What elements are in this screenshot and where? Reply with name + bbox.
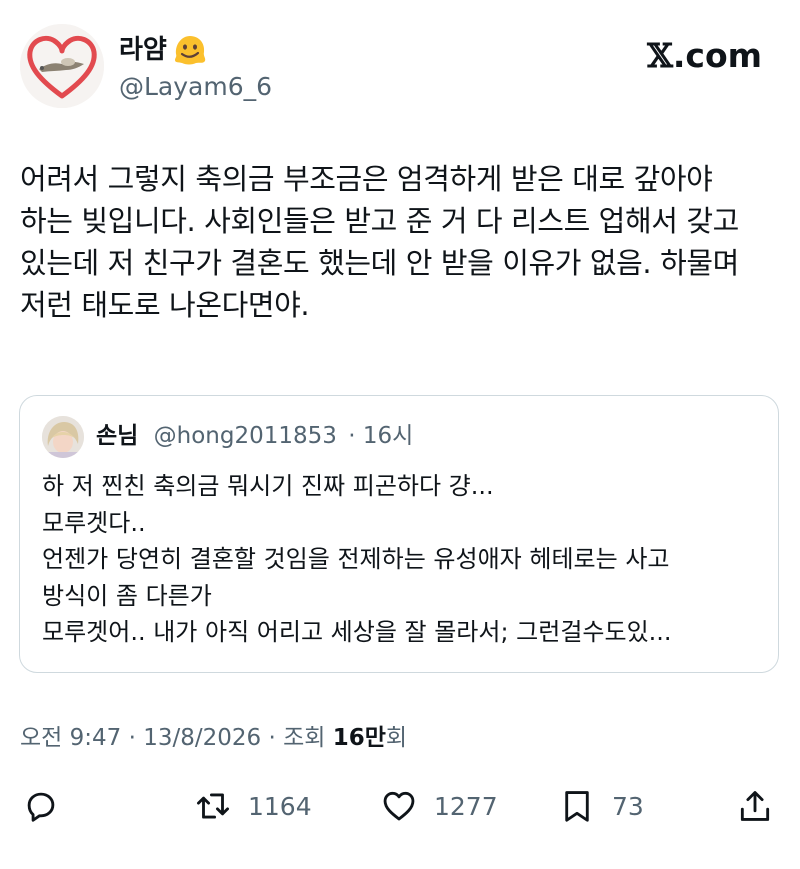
quoted-avatar-icon	[42, 416, 84, 458]
tweet-text: 어려서 그렇지 축의금 부조금은 엄격하게 받은 대로 갚아야 하는 빚입니다.…	[20, 158, 780, 326]
tweet-metadata: 오전 9:47 · 13/8/2026 · 조회 16만회	[20, 722, 407, 754]
tweet-line: 있는데 저 친구가 결혼도 했는데 안 받을 이유가 없음. 하물며	[20, 246, 739, 280]
tweet-time[interactable]: 오전 9:47	[20, 725, 121, 751]
retweet-count: 1164	[248, 791, 312, 821]
heart-icon	[383, 791, 415, 821]
quoted-line: 방식이 좀 다른가	[42, 581, 212, 610]
share-icon	[740, 791, 770, 821]
views-unit: 회	[385, 725, 408, 751]
quoted-tweet-header: 손님 @hong2011853 · 16시	[96, 421, 413, 451]
heart-avatar-icon	[20, 24, 104, 108]
retweet-icon	[197, 793, 229, 819]
tweet-line: 저런 태도로 나온다면야.	[20, 288, 310, 322]
bookmark-button[interactable]: 73	[558, 780, 644, 832]
quoted-tweet-card[interactable]: 손님 @hong2011853 · 16시 하 저 찐친 축의금 뭐시기 진짜 …	[19, 395, 779, 673]
quoted-line: 모루겟어.. 내가 아직 어리고 세상을 잘 몰라서; 그런걸수도있...	[42, 618, 672, 646]
like-count: 1277	[434, 791, 498, 821]
reply-button[interactable]	[22, 780, 60, 832]
quoted-line: 하 저 찐친 축의금 뭐시기 진짜 피곤하다 걍...	[42, 472, 494, 500]
author-avatar[interactable]	[20, 24, 104, 108]
tweet-actions: 1164 1277 73	[0, 780, 800, 832]
bookmark-icon	[565, 791, 589, 822]
tweet-line: 어려서 그렇지 축의금 부조금은 엄격하게 받은 대로 갚아야	[20, 162, 713, 196]
x-com-logo[interactable]: 𝕏.com	[647, 36, 762, 76]
tweet-header: 라얌 @Layam6_6 𝕏.com	[20, 24, 780, 112]
quoted-tweet-time: · 16시	[348, 423, 414, 449]
reply-icon	[27, 792, 55, 822]
melting-face-emoji-icon	[175, 36, 206, 65]
tweet-line: 하는 빚입니다. 사회인들은 받고 준 거 다 리스트 업해서 갖고	[20, 204, 739, 238]
views-count: 16만	[332, 725, 386, 751]
quoted-line: 언젠가 당연히 결혼할 것임을 전제하는 유성애자 헤테로는 사고	[42, 545, 670, 573]
author-handle[interactable]: @Layam6_6	[119, 72, 272, 102]
quoted-author-name[interactable]: 손님	[96, 423, 138, 449]
quoted-tweet-text: 하 저 찐친 축의금 뭐시기 진짜 피곤하다 걍... 모루겟다.. 언젠가 당…	[42, 468, 762, 651]
quoted-line: 모루겟다..	[42, 508, 146, 537]
like-button[interactable]: 1277	[380, 780, 498, 832]
tweet-date[interactable]: · 13/8/2026 ·	[129, 725, 276, 751]
author-display-name[interactable]: 라얌	[119, 34, 167, 66]
views-label: 조회	[283, 725, 326, 751]
retweet-button[interactable]: 1164	[194, 780, 312, 832]
quoted-author-handle[interactable]: @hong2011853	[154, 423, 337, 449]
bookmark-count: 73	[612, 791, 644, 821]
quoted-author-avatar[interactable]	[42, 416, 84, 458]
share-button[interactable]	[736, 780, 774, 832]
